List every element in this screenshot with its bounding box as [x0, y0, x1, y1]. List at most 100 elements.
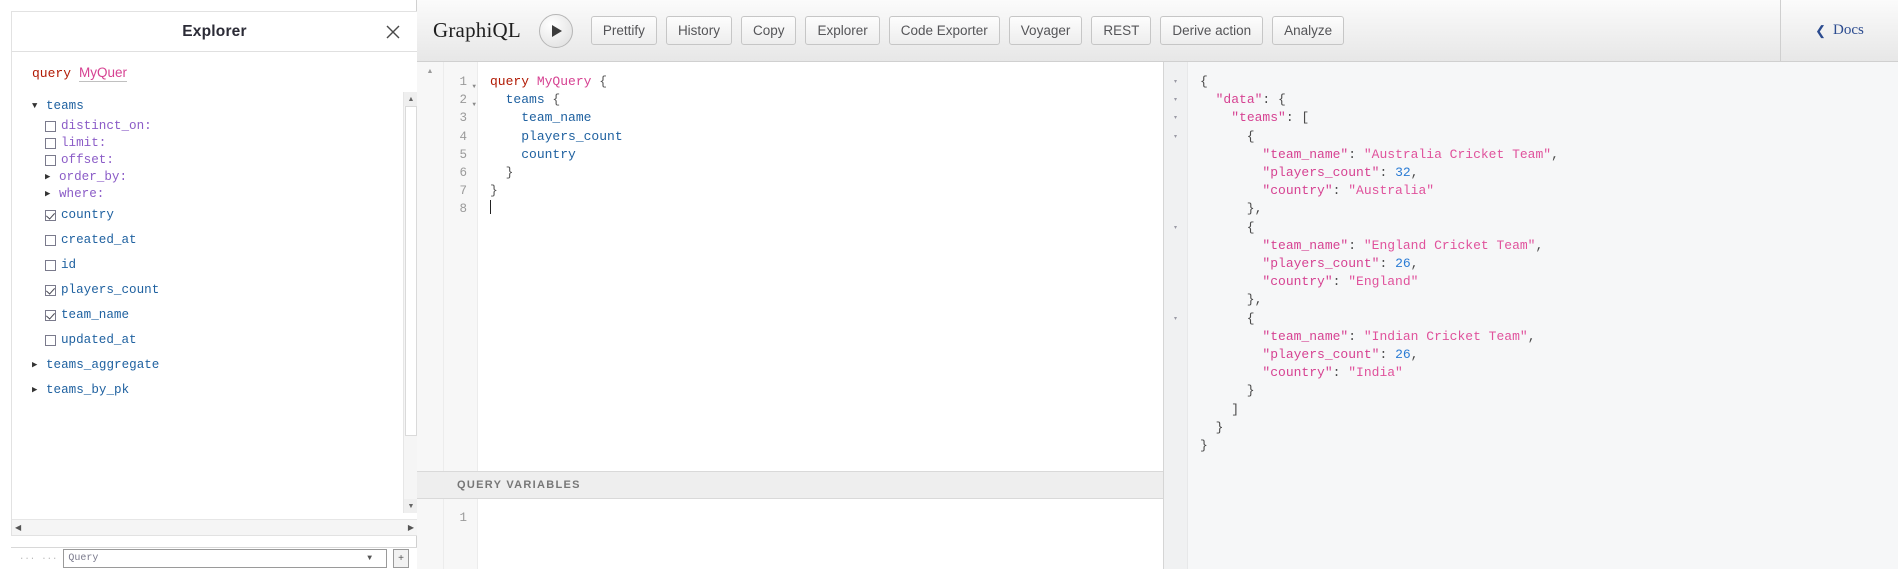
line-number: 1 [459, 511, 467, 525]
tree-arg-distinct-on[interactable]: distinct_on: [32, 118, 417, 135]
prettify-button[interactable]: Prettify [590, 16, 657, 45]
analyze-button[interactable]: Analyze [1272, 16, 1345, 45]
tree-label: players_count [61, 282, 160, 297]
result-fold-gutter[interactable]: ▾ ▾ ▾ ▾ ▾ ▾ [1164, 62, 1188, 569]
query-code[interactable]: query MyQuery { teams { team_name player… [478, 62, 1163, 471]
result-line: "country": "Australia" [1200, 182, 1898, 200]
execute-query-button[interactable] [538, 13, 573, 48]
result-line: "data": { [1200, 91, 1898, 109]
fold-marker[interactable]: ▾ [1164, 219, 1187, 237]
docs-button[interactable]: ❮ Docs [1780, 0, 1898, 61]
tree-field-country[interactable]: country [32, 203, 417, 228]
tree-arg-order-by[interactable]: order_by: [32, 169, 417, 186]
editor-region: ▲ 1 ▼ 2 ▼ 3 4 5 6 7 8 query MyQuery { teams { tea… [417, 62, 1898, 569]
fold-marker[interactable]: ▾ [1164, 109, 1187, 127]
tree-label: offset: [61, 152, 114, 167]
scroll-up-icon[interactable]: ▲ [404, 92, 417, 106]
scroll-right-icon[interactable]: ▶ [408, 523, 414, 532]
fold-marker [1164, 164, 1187, 182]
checkbox[interactable] [45, 309, 56, 321]
copy-button[interactable]: Copy [740, 16, 797, 45]
json-token: : [ [1285, 110, 1310, 126]
tree-node-teams-by-pk[interactable]: teams_by_pk [32, 378, 417, 403]
line-number: 8 [459, 202, 467, 217]
tree-node-teams-aggregate[interactable]: teams_aggregate [32, 353, 417, 378]
checkbox[interactable] [45, 154, 56, 166]
rest-button[interactable]: REST [1091, 16, 1152, 45]
explorer-horizontal-scrollbar[interactable]: ◀ ▶ [12, 519, 417, 535]
fold-marker [1164, 328, 1187, 346]
scroll-left-icon[interactable]: ◀ [15, 523, 21, 532]
json-token: "players_count" [1262, 256, 1380, 272]
tree-arg-offset[interactable]: offset: [32, 152, 417, 169]
tree-arg-where[interactable]: where: [32, 186, 417, 203]
close-icon[interactable] [383, 22, 403, 42]
chevron-right-icon[interactable] [32, 386, 43, 395]
checkbox[interactable] [45, 120, 56, 132]
code-exporter-button[interactable]: Code Exporter [888, 16, 1000, 45]
variables-code[interactable] [478, 499, 1163, 569]
tree-field-updated-at[interactable]: updated_at [32, 328, 417, 353]
line-number: 1 ▼ [444, 73, 477, 91]
tree-field-players-count[interactable]: players_count [32, 278, 417, 303]
result-line: { [1200, 310, 1898, 328]
scroll-down-icon[interactable]: ▼ [404, 499, 417, 513]
explorer-query-line: query MyQuer [32, 66, 417, 82]
tree-label: teams_by_pk [46, 382, 130, 397]
derive-action-button[interactable]: Derive action [1160, 16, 1264, 45]
json-token: "England" [1348, 274, 1419, 290]
checkbox[interactable] [45, 234, 56, 246]
json-token: ] [1200, 401, 1240, 417]
json-token: } [1200, 383, 1255, 399]
chevron-right-icon[interactable] [45, 190, 56, 199]
operation-name-input[interactable]: MyQuer [79, 66, 128, 82]
code-token: MyQuery [536, 74, 592, 89]
graphiql-app: Explorer query MyQuer ▼ teams distinct_o… [0, 0, 1898, 569]
chevron-down-icon[interactable] [32, 102, 43, 111]
fold-marker[interactable]: ▾ [1164, 73, 1187, 91]
query-editor[interactable]: ▲ 1 ▼ 2 ▼ 3 4 5 6 7 8 query MyQuery { teams { tea… [417, 62, 1163, 471]
tree-label: id [61, 257, 77, 272]
explorer-vertical-scrollbar[interactable]: ▲ ▼ [403, 92, 417, 513]
add-operation-button[interactable]: + [393, 549, 409, 568]
chevron-right-icon[interactable] [32, 361, 43, 370]
scroll-up-icon[interactable]: ▲ [427, 68, 434, 75]
checkbox[interactable] [45, 209, 56, 221]
query-variables-header[interactable]: QUERY VARIABLES [417, 471, 1163, 499]
checkbox[interactable] [45, 259, 56, 271]
query-editor-scroll-gutter[interactable]: ▲ [417, 62, 444, 471]
checkbox[interactable] [45, 334, 56, 346]
fold-marker [1164, 419, 1187, 437]
json-token: : [1348, 237, 1364, 253]
voyager-button[interactable]: Voyager [1008, 16, 1083, 45]
tree-field-team-name[interactable]: team_name [32, 303, 417, 328]
line-number: 2 ▼ [444, 91, 477, 109]
fold-marker[interactable]: ▾ [1164, 310, 1187, 328]
history-button[interactable]: History [665, 16, 732, 45]
fold-marker[interactable]: ▾ [1164, 128, 1187, 146]
tree-field-created-at[interactable]: created_at [32, 228, 417, 253]
play-icon [552, 24, 563, 37]
json-token: 26 [1395, 256, 1411, 272]
json-token: "India" [1348, 365, 1403, 381]
tree-field-id[interactable]: id [32, 253, 417, 278]
result-line: "teams": [ [1200, 109, 1898, 127]
tree-arg-limit[interactable]: limit: [32, 135, 417, 152]
explorer-button[interactable]: Explorer [805, 16, 880, 45]
code-line: teams { [490, 91, 1163, 109]
chevron-right-icon[interactable] [45, 173, 56, 182]
tree-node-teams[interactable]: teams [32, 97, 417, 117]
checkbox[interactable] [45, 137, 56, 149]
checkbox[interactable] [45, 284, 56, 296]
tree-label: order_by: [59, 169, 128, 184]
operation-type-select[interactable]: Query ▼ [63, 549, 387, 568]
fold-marker[interactable]: ▾ [1164, 91, 1187, 109]
query-variables-editor[interactable]: 1 [417, 499, 1163, 569]
scrollbar-thumb[interactable] [405, 106, 417, 436]
code-token: } [490, 165, 514, 181]
explorer-title: Explorer [182, 22, 247, 40]
footer-muted-left-2: ··· [41, 553, 58, 564]
json-token: : [1332, 183, 1349, 199]
